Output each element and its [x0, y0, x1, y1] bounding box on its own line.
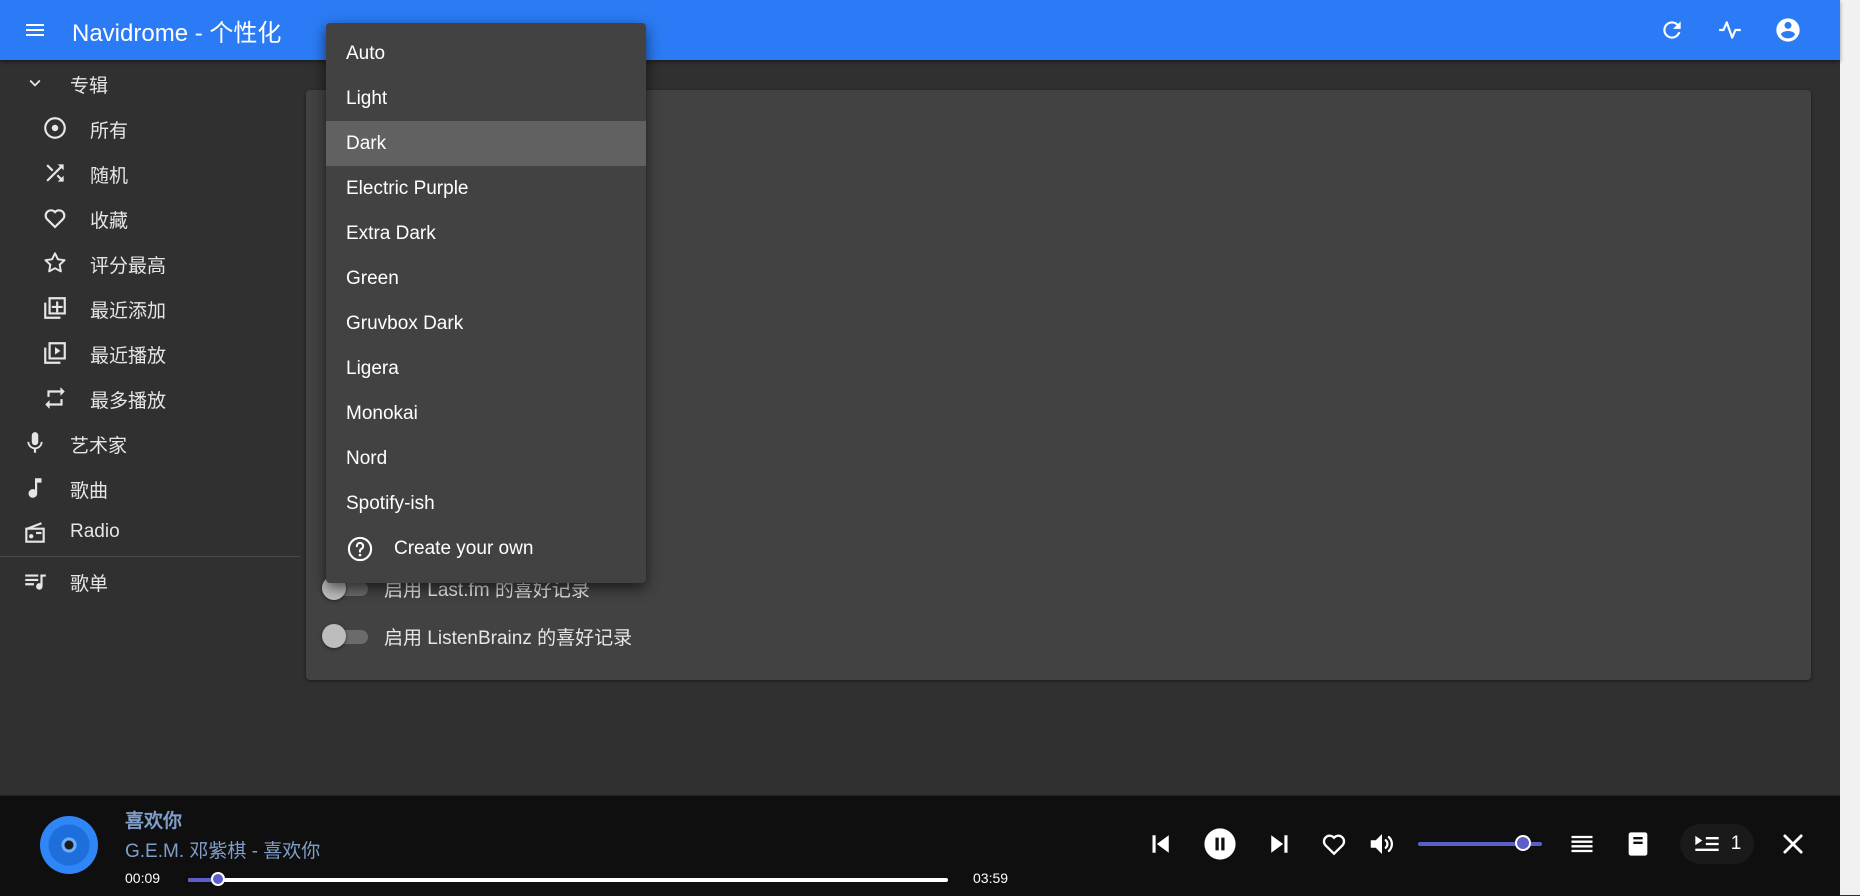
repeat-icon: [42, 385, 68, 411]
sidebar-item-label: 专辑: [70, 76, 109, 97]
volume-handle[interactable]: [1515, 835, 1532, 851]
pause-icon: [1204, 828, 1236, 860]
refresh-button[interactable]: [1654, 12, 1690, 48]
next-button[interactable]: [1262, 826, 1298, 862]
theme-menu: Auto Light Dark Electric Purple Extra Da…: [326, 23, 646, 583]
duration: 03:59: [973, 870, 1009, 886]
listenbrainz-setting: 启用 ListenBrainz 的喜好记录: [322, 621, 632, 651]
page-scrollbar[interactable]: [1840, 0, 1860, 895]
theme-option-nord[interactable]: Nord: [326, 436, 646, 481]
sidebar-item-label: 评分最高: [90, 256, 167, 277]
radio-icon: [22, 520, 48, 546]
sidebar-item-label: 收藏: [90, 211, 129, 232]
video-library-icon: [42, 340, 68, 366]
sidebar-item-artists[interactable]: 艺术家: [0, 420, 300, 465]
sidebar-item-recently-played[interactable]: 最近播放: [0, 330, 300, 375]
activity-icon: [1719, 21, 1741, 39]
music-note-icon: [22, 475, 48, 501]
sidebar-item-label: 最近播放: [90, 346, 167, 367]
album-icon: [42, 115, 68, 141]
sidebar: 专辑 所有 随机 收藏 评分最高 最近添加 最近播放 最多播放 艺术家 歌曲 R…: [0, 60, 300, 603]
page-title: Navidrome - 个性化: [72, 19, 282, 47]
chevron-down-icon: [22, 70, 48, 96]
sidebar-item-label: 艺术家: [70, 436, 128, 457]
previous-button[interactable]: [1142, 826, 1178, 862]
activity-button[interactable]: [1712, 12, 1748, 48]
sidebar-divider: [0, 556, 300, 557]
sidebar-item-top-rated[interactable]: 评分最高: [0, 240, 300, 285]
create-your-own-label: Create your own: [394, 537, 534, 559]
theme-option-electric-purple[interactable]: Electric Purple: [326, 166, 646, 211]
sidebar-item-playlists[interactable]: 歌单: [0, 558, 300, 603]
sidebar-item-favorites[interactable]: 收藏: [0, 195, 300, 240]
queue-play-icon: [1695, 835, 1719, 851]
mic-icon: [22, 430, 48, 456]
progress-handle[interactable]: [211, 872, 226, 886]
theme-option-gruvbox-dark[interactable]: Gruvbox Dark: [326, 301, 646, 346]
song-title[interactable]: 喜欢你: [125, 806, 182, 833]
star-icon: [42, 250, 68, 276]
sidebar-item-songs[interactable]: 歌曲: [0, 465, 300, 510]
theme-option-light[interactable]: Light: [326, 76, 646, 121]
theme-option-spotify-ish[interactable]: Spotify-ish: [326, 481, 646, 526]
heart-icon: [42, 205, 68, 231]
close-player-button[interactable]: [1775, 826, 1811, 862]
theme-option-dark[interactable]: Dark: [326, 121, 646, 166]
current-time: 00:09: [125, 870, 161, 886]
music-player: 喜欢你 G.E.M. 邓紫棋 - 喜欢你 00:09 03:59 1: [0, 795, 1840, 896]
sidebar-item-random[interactable]: 随机: [0, 150, 300, 195]
refresh-icon: [1663, 21, 1681, 39]
library-add-icon: [42, 295, 68, 321]
shuffle-icon: [42, 160, 68, 186]
queue-music-icon: [22, 568, 48, 594]
sidebar-item-radio[interactable]: Radio: [0, 510, 300, 555]
menu-icon: [26, 24, 44, 36]
sidebar-item-recently-added[interactable]: 最近添加: [0, 285, 300, 330]
theme-option-create-your-own[interactable]: Create your own: [326, 526, 646, 571]
playlist-button[interactable]: [1564, 826, 1600, 862]
help-circle-icon: [346, 535, 374, 563]
skip-next-icon: [1271, 835, 1288, 853]
account-icon: [1776, 18, 1800, 42]
play-queue-button[interactable]: 1: [1680, 824, 1754, 864]
pause-button[interactable]: [1202, 826, 1238, 862]
theme-option-auto[interactable]: Auto: [326, 31, 646, 76]
account-button[interactable]: [1770, 12, 1806, 48]
sidebar-item-label: 歌曲: [70, 481, 109, 502]
queue-count: 1: [1730, 833, 1742, 854]
volume-up-icon: [1370, 834, 1393, 854]
sidebar-item-label: Radio: [70, 521, 120, 542]
volume-slider[interactable]: [1418, 835, 1542, 851]
sidebar-section-albums[interactable]: 专辑: [0, 60, 300, 105]
song-artist[interactable]: G.E.M. 邓紫棋 - 喜欢你: [125, 836, 320, 863]
sidebar-item-label: 歌单: [70, 574, 109, 595]
sidebar-item-label: 所有: [90, 121, 129, 142]
theme-option-green[interactable]: Green: [326, 256, 646, 301]
menu-button[interactable]: [17, 12, 53, 48]
list-icon: [1571, 835, 1593, 853]
app-bar: Navidrome - 个性化: [0, 0, 1840, 60]
sidebar-item-label: 最多播放: [90, 391, 167, 412]
favorite-button[interactable]: [1316, 826, 1352, 862]
sidebar-item-label: 最近添加: [90, 301, 167, 322]
sidebar-item-most-played[interactable]: 最多播放: [0, 375, 300, 420]
album-cover[interactable]: [40, 816, 98, 874]
skip-previous-icon: [1152, 835, 1169, 853]
sidebar-item-all[interactable]: 所有: [0, 105, 300, 150]
book-icon: [1628, 832, 1648, 856]
theme-option-ligera[interactable]: Ligera: [326, 346, 646, 391]
sidebar-item-label: 随机: [90, 166, 129, 187]
heart-icon: [1322, 834, 1346, 856]
listenbrainz-toggle[interactable]: [322, 621, 370, 651]
theme-option-extra-dark[interactable]: Extra Dark: [326, 211, 646, 256]
theme-option-monokai[interactable]: Monokai: [326, 391, 646, 436]
progress-bar[interactable]: [188, 872, 948, 886]
close-icon: [1783, 834, 1803, 854]
volume-button[interactable]: [1364, 826, 1400, 862]
lyrics-button[interactable]: [1620, 826, 1656, 862]
listenbrainz-label: 启用 ListenBrainz 的喜好记录: [384, 627, 633, 649]
